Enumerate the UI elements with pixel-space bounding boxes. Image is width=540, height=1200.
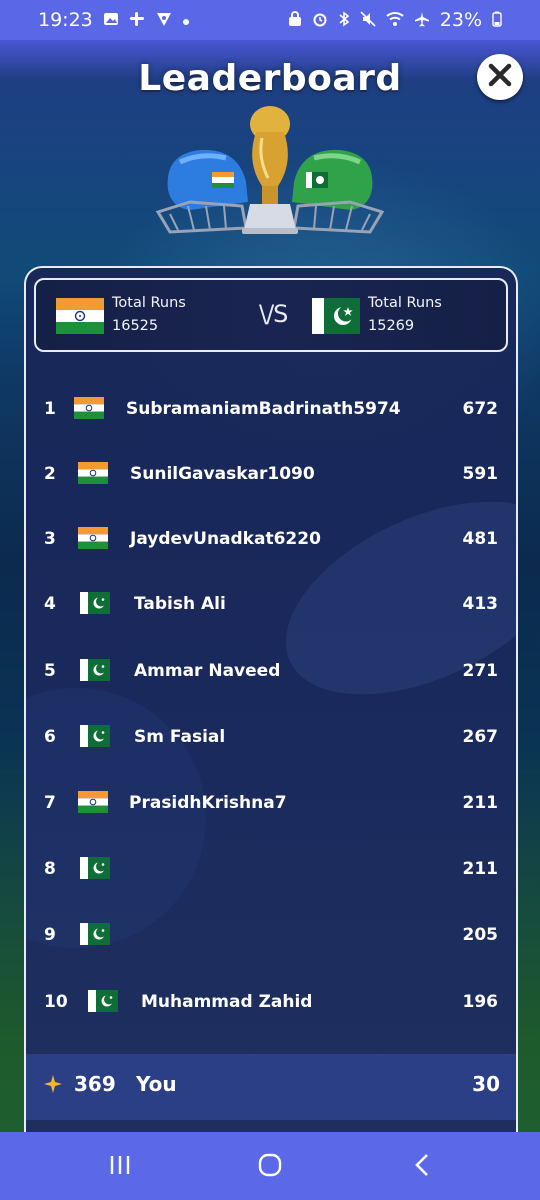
back-button[interactable] (402, 1152, 442, 1182)
row-rank: 8 (44, 859, 56, 879)
leaderboard-row: 5 Ammar Naveed 271 (26, 652, 516, 692)
row-score: 481 (462, 529, 499, 549)
row-rank: 10 (44, 992, 68, 1012)
row-rank: 2 (44, 464, 56, 484)
current-user-name: You (136, 1072, 177, 1096)
slack-icon (129, 11, 145, 30)
row-rank: 1 (44, 399, 56, 419)
pakistan-flag-icon (80, 659, 110, 681)
leaderboard-row: 6 Sm Fasial 267 (26, 718, 516, 758)
pakistan-flag-icon (88, 990, 118, 1012)
leaderboard-row: 8 211 (26, 850, 516, 890)
status-left: 19:23 (38, 9, 189, 31)
india-flag-icon (56, 298, 104, 334)
versus-text: \/S (259, 300, 288, 328)
sparkle-icon (44, 1075, 62, 1098)
bluetooth-icon (338, 10, 350, 30)
india-total-runs-label: Total Runs (112, 295, 186, 311)
row-rank: 7 (44, 793, 56, 813)
versus-card: Total Runs 16525 \/S Total Runs 15269 (34, 278, 508, 352)
status-right: 23% (288, 9, 502, 31)
row-score: 672 (462, 399, 499, 419)
row-player-name: Sm Fasial (134, 727, 226, 747)
recent-apps-icon (108, 1154, 132, 1180)
row-score: 211 (462, 793, 499, 813)
leaderboard-panel: Total Runs 16525 \/S Total Runs 15269 1 … (24, 266, 518, 1132)
pakistan-helmet-icon (292, 149, 385, 234)
row-score: 196 (462, 992, 499, 1012)
india-helmet-icon (155, 149, 248, 234)
row-player-name: Ammar Naveed (134, 661, 281, 681)
row-score: 205 (462, 925, 499, 945)
leaderboard-row: 2 SunilGavaskar1090 591 (26, 455, 516, 495)
india-flag-icon (78, 462, 108, 484)
wifi-icon (386, 11, 404, 30)
row-player-name: Muhammad Zahid (141, 992, 313, 1012)
current-user-score: 30 (472, 1072, 500, 1096)
leaderboard-row: 7 PrasidhKrishna7 211 (26, 784, 516, 824)
page-title: Leaderboard (138, 58, 402, 99)
india-flag-icon (74, 397, 104, 419)
pakistan-total-runs-label: Total Runs (368, 295, 442, 311)
app-screen: Leaderboard Total Runs 16525 \/S Total R… (0, 40, 540, 1132)
home-icon (258, 1153, 282, 1181)
row-rank: 6 (44, 727, 56, 747)
trophy-icon (242, 106, 298, 234)
row-score: 413 (462, 594, 499, 614)
system-nav-bar (0, 1132, 540, 1200)
row-rank: 9 (44, 925, 56, 945)
leaderboard-row: 1 SubramaniamBadrinath5974 672 (26, 390, 516, 430)
current-user-rank: 369 (74, 1072, 116, 1096)
row-score: 591 (462, 464, 499, 484)
mute-icon (360, 10, 376, 30)
india-flag-icon (78, 527, 108, 549)
leaderboard-row: 10 Muhammad Zahid 196 (26, 983, 516, 1023)
pakistan-flag-icon (80, 857, 110, 879)
back-icon (413, 1153, 431, 1181)
gallery-icon (103, 11, 119, 30)
leaderboard-row: 3 JaydevUnadkat6220 481 (26, 520, 516, 560)
alarm-icon (312, 11, 328, 30)
pakistan-flag-icon (80, 923, 110, 945)
hero-illustration (150, 102, 390, 242)
close-icon (486, 61, 514, 93)
close-button[interactable] (477, 54, 523, 100)
pakistan-total-runs-value: 15269 (368, 318, 415, 334)
row-player-name: Tabish Ali (134, 594, 226, 614)
leaderboard-row: 4 Tabish Ali 413 (26, 585, 516, 625)
row-player-name: PrasidhKrishna7 (129, 793, 287, 813)
battery-icon (492, 11, 502, 30)
row-rank: 4 (44, 594, 56, 614)
row-score: 267 (462, 727, 499, 747)
row-rank: 5 (44, 661, 56, 681)
row-player-name: JaydevUnadkat6220 (130, 529, 321, 549)
battery-percent: 23% (439, 9, 482, 31)
row-player-name: SunilGavaskar1090 (130, 464, 315, 484)
india-total-runs-value: 16525 (112, 318, 159, 334)
row-player-name: SubramaniamBadrinath5974 (126, 399, 401, 419)
pakistan-flag-icon (312, 298, 360, 334)
current-user-row: 369 You 30 (26, 1054, 516, 1120)
leaderboard-row: 9 205 (26, 916, 516, 956)
vpn-icon (155, 11, 173, 30)
notification-dot-icon (182, 13, 189, 28)
india-flag-icon (78, 791, 108, 813)
pakistan-flag-icon (80, 725, 110, 747)
home-button[interactable] (250, 1152, 290, 1182)
pakistan-flag-icon (80, 592, 110, 614)
row-rank: 3 (44, 529, 56, 549)
row-score: 271 (462, 661, 499, 681)
lock-icon (288, 10, 302, 30)
airplane-icon (414, 11, 430, 30)
row-score: 211 (462, 859, 499, 879)
recent-apps-button[interactable] (100, 1152, 140, 1182)
status-bar: 19:23 23% (0, 0, 540, 40)
status-time: 19:23 (38, 9, 93, 31)
